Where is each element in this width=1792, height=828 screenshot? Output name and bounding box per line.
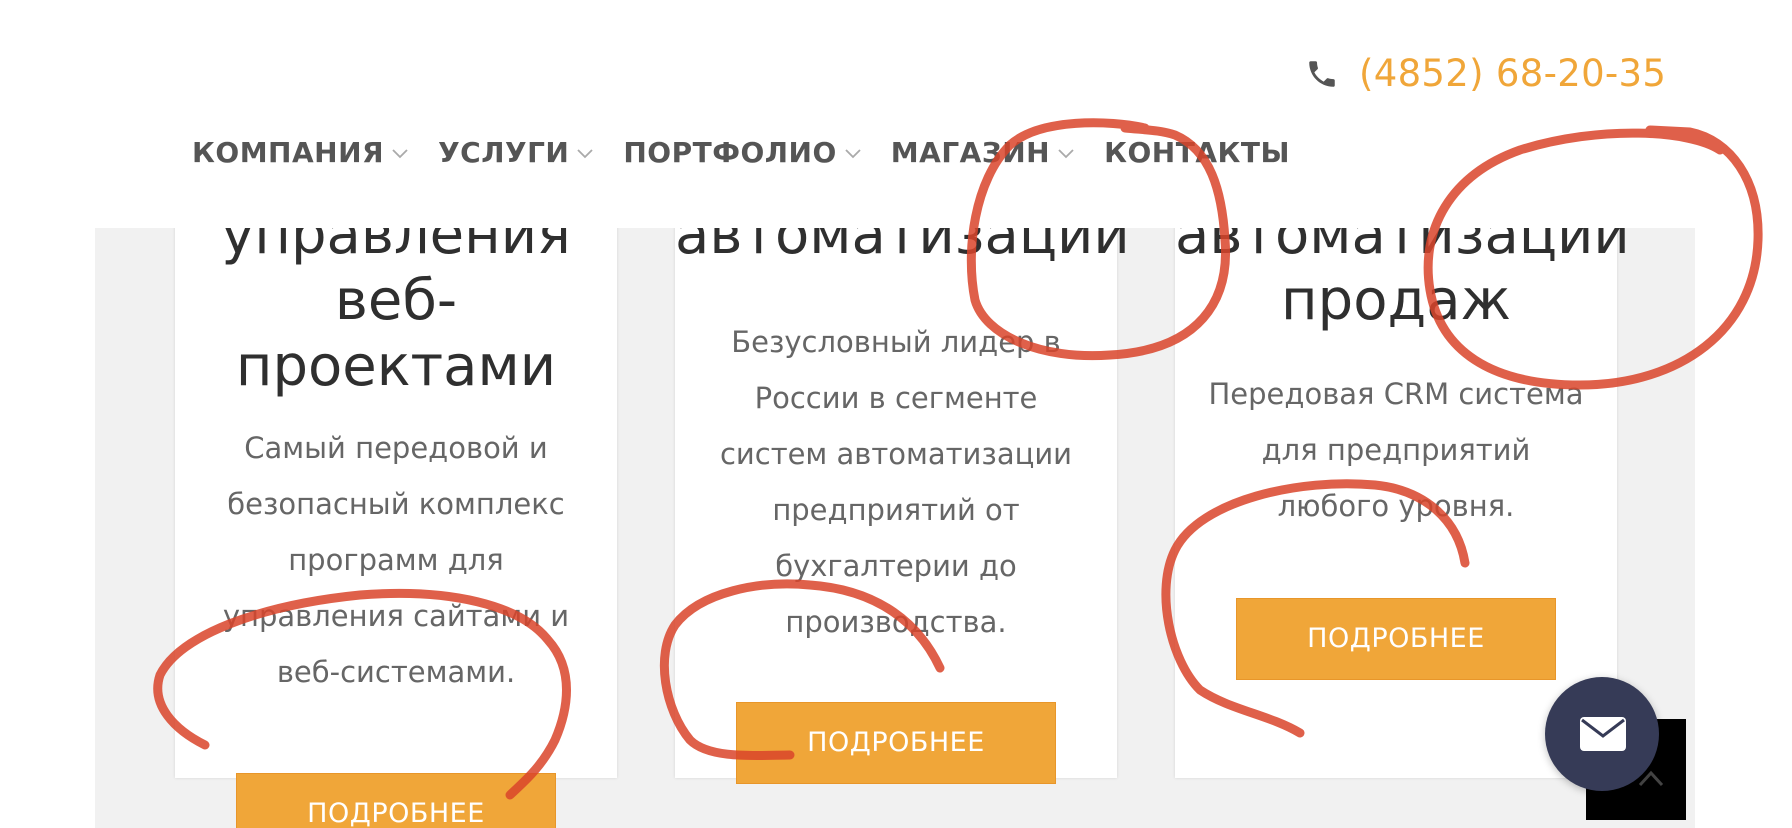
card-description-line: предприятий от: [772, 493, 1020, 527]
card-description-line: производства.: [785, 605, 1007, 639]
card-description-line: любого уровня.: [1277, 489, 1515, 523]
card-more-button[interactable]: ПОДРОБНЕЕ: [236, 773, 556, 828]
card-title-line: автоматизации: [1175, 228, 1630, 267]
card-title: автоматизации продаж: [1175, 228, 1630, 334]
card-description-line: Передовая CRM система: [1208, 377, 1584, 411]
card-description-line: Самый передовой и: [244, 431, 548, 465]
main-nav: КОМПАНИЯ УСЛУГИ ПОРТФОЛИО МАГАЗИН КОНТАК…: [192, 132, 1320, 172]
nav-item-services[interactable]: УСЛУГИ: [438, 132, 593, 172]
nav-item-label: ПОРТФОЛИО: [623, 135, 837, 169]
nav-item-company[interactable]: КОМПАНИЯ: [192, 132, 408, 172]
card-title-line: автоматизации: [675, 228, 1130, 267]
card-more-button[interactable]: ПОДРОБНЕЕ: [736, 702, 1056, 784]
card-title: управления веб- проектами: [175, 228, 617, 400]
header-phone[interactable]: (4852) 68-20-35: [1305, 52, 1666, 95]
nav-item-label: КОМПАНИЯ: [192, 135, 385, 169]
chevron-down-icon: [1058, 149, 1074, 159]
nav-item-label: МАГАЗИН: [890, 135, 1051, 169]
chat-button[interactable]: [1545, 677, 1659, 791]
card-description-line: систем автоматизации: [719, 437, 1073, 471]
products-section: управления веб- проектами Самый передово…: [95, 228, 1695, 828]
nav-item-label: КОНТАКТЫ: [1104, 135, 1290, 169]
nav-item-label: УСЛУГИ: [438, 135, 570, 169]
chevron-down-icon: [577, 149, 593, 159]
card-title-line: веб-: [334, 268, 458, 333]
card-title-line: управления: [221, 228, 571, 267]
phone-number[interactable]: (4852) 68-20-35: [1359, 52, 1666, 95]
card-description-line: для предприятий: [1261, 433, 1531, 467]
product-card-automation: автоматизации Безусловный лидер в России…: [675, 228, 1130, 778]
product-card-crm: автоматизации продаж Передовая CRM систе…: [1175, 228, 1630, 778]
card-title-line: продаж: [1281, 268, 1511, 333]
card-description-line: безопасный комплекс: [227, 487, 565, 521]
nav-item-shop[interactable]: МАГАЗИН: [891, 132, 1074, 172]
card-title: автоматизации: [675, 228, 1130, 268]
chevron-down-icon: [845, 149, 861, 159]
site-header: (4852) 68-20-35 КОМПАНИЯ УСЛУГИ ПОРТФОЛИ…: [0, 0, 1792, 228]
card-description-line: программ для: [288, 543, 504, 577]
envelope-icon: [1580, 717, 1626, 751]
chevron-down-icon: [392, 149, 408, 159]
card-description: Самый передовой и безопасный комплекс пр…: [175, 420, 617, 700]
card-description: Передовая CRM система для предприятий лю…: [1175, 366, 1617, 534]
nav-item-portfolio[interactable]: ПОРТФОЛИО: [623, 132, 861, 172]
card-description-line: Безусловный лидер в: [731, 325, 1061, 359]
card-description-line: бухгалтерии до: [775, 549, 1017, 583]
phone-icon: [1309, 60, 1335, 87]
card-description-line: России в сегменте: [754, 381, 1038, 415]
product-card-web: управления веб- проектами Самый передово…: [175, 228, 617, 778]
card-description-line: управления сайтами и: [222, 599, 570, 633]
card-description-line: веб-системами.: [276, 655, 516, 689]
nav-item-contacts[interactable]: КОНТАКТЫ: [1104, 132, 1290, 172]
card-title-line: проектами: [235, 334, 557, 399]
card-description: Безусловный лидер в России в сегменте си…: [675, 314, 1117, 650]
card-more-button[interactable]: ПОДРОБНЕЕ: [1236, 598, 1556, 680]
